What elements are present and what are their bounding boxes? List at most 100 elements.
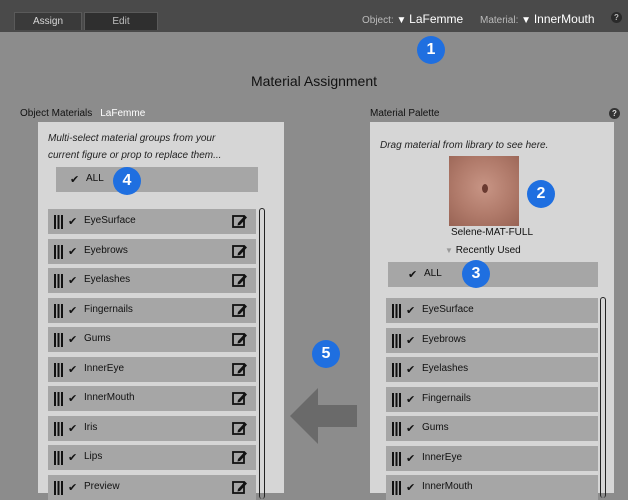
drag-handle-icon[interactable] [54, 333, 63, 347]
list-item[interactable]: ✔ InnerEye [386, 445, 598, 471]
list-item[interactable]: ✔ Fingernails [386, 386, 598, 412]
checkmark-icon[interactable]: ✔ [408, 268, 417, 281]
list-item[interactable]: ✔ Fingernails [48, 297, 256, 323]
list-item[interactable]: ✔ InnerMouth [48, 386, 256, 411]
help-icon[interactable]: ? [611, 12, 622, 23]
drag-handle-icon[interactable] [54, 421, 63, 436]
edit-icon[interactable] [232, 272, 248, 288]
edit-icon[interactable] [232, 302, 248, 318]
checkmark-icon[interactable]: ✔ [406, 363, 415, 376]
checkmark-icon[interactable]: ✔ [68, 215, 77, 228]
list-item[interactable]: ✔ Lips [48, 445, 256, 470]
material-label: InnerEye [84, 362, 125, 374]
list-item[interactable]: ✔ Iris [48, 415, 256, 441]
checkmark-icon[interactable]: ✔ [406, 334, 415, 347]
callout-badge: 2 [527, 180, 555, 208]
all-label: ALL [86, 173, 104, 184]
checkmark-icon[interactable]: ✔ [406, 304, 415, 317]
dropdown-arrow-icon: ▼ [521, 15, 532, 26]
object-selector[interactable]: Object: ▼ LaFemme [362, 12, 463, 28]
edit-icon[interactable] [232, 331, 248, 347]
checkmark-icon[interactable]: ✔ [406, 481, 415, 494]
checkmark-icon[interactable]: ✔ [406, 393, 415, 406]
material-selector[interactable]: Material: ▼ InnerMouth [480, 12, 595, 28]
list-item[interactable]: ✔ InnerMouth [386, 475, 598, 500]
checkmark-icon[interactable]: ✔ [68, 363, 77, 376]
drag-handle-icon[interactable] [392, 451, 401, 466]
material-label: EyeSurface [84, 215, 136, 226]
checkmark-icon[interactable]: ✔ [68, 481, 77, 494]
callout-badge: 3 [462, 260, 490, 288]
list-item[interactable]: ✔ EyeSurface [386, 298, 598, 323]
drag-handle-icon[interactable] [54, 244, 63, 259]
material-label: Gums [84, 333, 111, 344]
page-title: Material Assignment [250, 73, 378, 89]
checkmark-icon[interactable]: ✔ [68, 451, 77, 464]
drag-handle-icon[interactable] [54, 480, 63, 495]
callout-badge: 1 [417, 36, 445, 64]
object-list-scrollbar[interactable] [259, 208, 265, 499]
list-item[interactable]: ✔ Eyebrows [48, 238, 256, 264]
list-item[interactable]: ✔ Eyebrows [386, 327, 598, 353]
all-label: ALL [424, 268, 442, 279]
object-materials-header: Object Materials LaFemme [20, 108, 145, 119]
object-materials-title: Object Materials [20, 108, 93, 119]
checkmark-icon[interactable]: ✔ [70, 173, 79, 186]
list-item[interactable]: ✔ Eyelashes [386, 357, 598, 382]
checkmark-icon[interactable]: ✔ [68, 304, 77, 317]
object-materials-panel: Multi-select material groups from your c… [38, 122, 284, 500]
checkmark-icon[interactable]: ✔ [68, 333, 77, 346]
checkmark-icon[interactable]: ✔ [406, 452, 415, 465]
material-value: InnerMouth [533, 12, 595, 26]
list-item[interactable]: ✔ InnerEye [48, 356, 256, 382]
drag-handle-icon[interactable] [392, 333, 401, 348]
drag-handle-icon[interactable] [392, 363, 401, 377]
object-hint: Multi-select material groups from your c… [48, 130, 221, 164]
edit-icon[interactable] [232, 243, 248, 259]
checkmark-icon[interactable]: ✔ [406, 422, 415, 435]
object-select-all[interactable]: ✔ ALL [56, 167, 258, 192]
drag-handle-icon[interactable] [54, 303, 63, 318]
checkmark-icon[interactable]: ✔ [68, 392, 77, 405]
edit-icon[interactable] [232, 449, 248, 465]
list-item[interactable]: ✔ Preview [48, 474, 256, 500]
drag-handle-icon[interactable] [392, 304, 401, 318]
drag-handle-icon[interactable] [392, 422, 401, 436]
material-label: InnerMouth [422, 481, 473, 492]
palette-list-scrollbar[interactable] [600, 297, 606, 498]
material-label: Material: [480, 15, 519, 26]
tab-assign[interactable]: Assign [14, 12, 82, 30]
drag-handle-icon[interactable] [392, 392, 401, 407]
material-palette-header: Material Palette [370, 108, 440, 119]
edit-icon[interactable] [232, 213, 248, 229]
drag-handle-icon[interactable] [54, 215, 63, 229]
checkmark-icon[interactable]: ✔ [68, 274, 77, 287]
recently-used-label: Recently Used [455, 245, 521, 256]
drag-handle-icon[interactable] [54, 392, 63, 406]
list-item[interactable]: ✔ Gums [48, 327, 256, 352]
edit-icon[interactable] [232, 390, 248, 406]
triangle-down-icon: ▼ [445, 246, 453, 255]
material-label: InnerMouth [84, 392, 135, 403]
palette-select-all[interactable]: ✔ ALL [388, 262, 598, 287]
edit-icon[interactable] [232, 361, 248, 377]
list-item[interactable]: ✔ Gums [386, 416, 598, 441]
object-label: Object: [362, 15, 394, 26]
recently-used-toggle[interactable]: ▼ Recently Used [445, 245, 521, 256]
top-bar: Assign Edit Object: ▼ LaFemme Material: … [0, 0, 628, 32]
list-item[interactable]: ✔ EyeSurface [48, 209, 256, 234]
material-swatch[interactable] [449, 156, 519, 226]
drag-handle-icon[interactable] [54, 362, 63, 377]
tab-edit[interactable]: Edit [84, 12, 158, 30]
drag-handle-icon[interactable] [54, 451, 63, 465]
list-item[interactable]: ✔ Eyelashes [48, 268, 256, 293]
edit-icon[interactable] [232, 479, 248, 495]
material-label: Eyelashes [422, 363, 469, 374]
object-value: LaFemme [409, 12, 464, 26]
edit-icon[interactable] [232, 420, 248, 436]
checkmark-icon[interactable]: ✔ [68, 245, 77, 258]
palette-help-icon[interactable]: ? [609, 108, 620, 119]
checkmark-icon[interactable]: ✔ [68, 422, 77, 435]
drag-handle-icon[interactable] [54, 274, 63, 288]
material-label: Fingernails [84, 303, 133, 315]
